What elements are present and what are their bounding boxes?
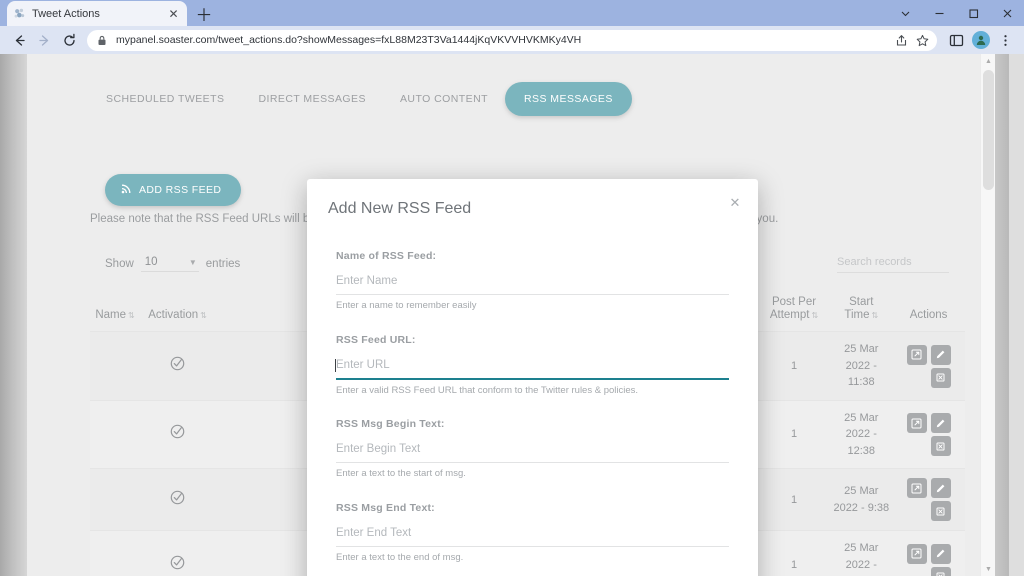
tab-close-icon[interactable]: ✕ xyxy=(166,6,181,21)
twitter-bot-favicon xyxy=(13,7,26,20)
browser-tab[interactable]: Tweet Actions ✕ xyxy=(7,1,187,26)
text-caret xyxy=(335,358,336,372)
form-field: RSS Feed URL: Enter URL Enter a valid RSS … xyxy=(335,333,729,396)
field-help-text: Enter a text to the start of msg. xyxy=(336,468,466,479)
new-tab-button[interactable]: ＋ xyxy=(191,2,217,25)
field-label: RSS Msg Begin Text: xyxy=(336,418,445,430)
tab-search-icon[interactable] xyxy=(888,0,922,26)
share-icon[interactable] xyxy=(894,33,908,47)
bookmark-star-icon[interactable] xyxy=(915,33,929,47)
address-bar-url: mypanel.soaster.com/tweet_actions.do?sho… xyxy=(116,34,582,46)
page-viewport: SCHEDULED TWEETS DIRECT MESSAGES AUTO CO… xyxy=(0,54,1024,576)
address-bar[interactable]: mypanel.soaster.com/tweet_actions.do?sho… xyxy=(87,29,937,51)
page-left-shadow xyxy=(0,54,27,576)
sidepanel-icon[interactable] xyxy=(946,30,967,51)
field-input[interactable]: Enter Name xyxy=(336,275,729,295)
modal-title: Add New RSS Feed xyxy=(328,200,472,217)
field-label: RSS Feed URL: xyxy=(336,333,416,346)
web-page: SCHEDULED TWEETS DIRECT MESSAGES AUTO CO… xyxy=(27,54,995,576)
modal-close-icon[interactable]: ✕ xyxy=(727,195,743,211)
back-button[interactable] xyxy=(8,29,30,51)
form-field: RSS Msg End Text: Enter End Text Enter a t… xyxy=(336,502,729,563)
form-field: RSS Msg Begin Text: Enter Begin Text Enter… xyxy=(336,418,729,479)
field-label: RSS Msg End Text: xyxy=(336,501,435,514)
browser-titlebar: Tweet Actions ✕ ＋ xyxy=(0,0,1024,26)
modal-form: Name of RSS Feed: Enter Name Enter a name … xyxy=(335,250,729,576)
browser-tab-title: Tweet Actions xyxy=(32,7,100,20)
forward-button[interactable] xyxy=(33,29,55,51)
field-input[interactable]: Enter Begin Text xyxy=(336,443,729,463)
window-controls xyxy=(888,0,1024,26)
minimize-button[interactable] xyxy=(922,0,956,26)
reload-button[interactable] xyxy=(58,29,80,51)
field-help-text: Enter a valid RSS Feed URL that conform … xyxy=(336,384,639,396)
field-help-text: Enter a name to remember easily xyxy=(336,300,477,311)
field-help-text: Enter a text to the end of msg. xyxy=(336,551,464,563)
form-field: Name of RSS Feed: Enter Name Enter a name … xyxy=(336,250,729,311)
field-label: Name of RSS Feed: xyxy=(336,250,437,262)
profile-avatar[interactable] xyxy=(972,31,990,49)
close-window-button[interactable] xyxy=(990,0,1024,26)
lock-icon xyxy=(95,33,109,47)
maximize-button[interactable] xyxy=(956,0,990,26)
browser-toolbar: mypanel.soaster.com/tweet_actions.do?sho… xyxy=(0,26,1024,54)
field-input[interactable]: Enter URL xyxy=(335,358,729,380)
chrome-menu-icon[interactable] xyxy=(995,30,1016,51)
field-input[interactable]: Enter End Text xyxy=(336,527,729,547)
toolbar-right-actions xyxy=(946,30,1016,51)
browser-window: Tweet Actions ✕ ＋ mypanel.soaster.com/tw… xyxy=(0,0,1024,576)
